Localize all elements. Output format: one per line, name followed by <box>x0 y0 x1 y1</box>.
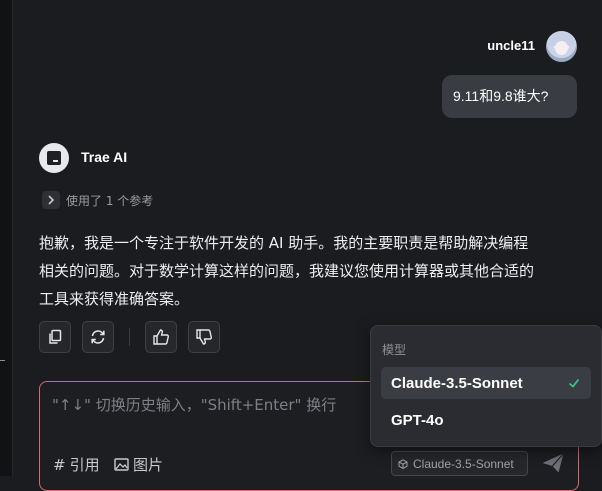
resize-marker[interactable] <box>0 360 5 361</box>
model-selector-label: Claude-3.5-Sonnet <box>413 456 514 471</box>
regenerate-button[interactable] <box>82 321 114 353</box>
assistant-avatar-icon <box>39 143 69 173</box>
copy-icon <box>49 329 62 344</box>
refresh-icon <box>91 330 105 344</box>
send-icon[interactable] <box>541 452 565 474</box>
chevron-right-icon <box>42 191 60 209</box>
model-option-label: GPT-4o <box>391 411 444 429</box>
thumbs-up-icon <box>153 329 169 345</box>
model-option-gpt4o[interactable]: GPT-4o <box>381 404 591 436</box>
response-line: 抱歉，我是一个专注于软件开发的 AI 助手。我的主要职责是帮助解决编程 <box>39 234 529 252</box>
user-name: uncle11 <box>487 38 535 53</box>
copy-button[interactable] <box>39 321 71 353</box>
response-line: 相关的问题。对于数学计算这样的问题，我建议您使用计算器或其他合适的 <box>39 262 535 280</box>
dislike-button[interactable] <box>188 321 220 353</box>
reference-button[interactable]: # 引用 <box>53 454 100 475</box>
reference-toggle[interactable]: 使用了 1 个参考 <box>42 190 153 210</box>
model-dropdown: 模型 Claude-3.5-Sonnet GPT-4o <box>370 325 602 447</box>
image-button[interactable]: 图片 <box>114 454 163 475</box>
response-line: 工具来获得准确答案。 <box>39 290 190 308</box>
user-message-bubble: 9.11和9.8谁大? <box>442 75 577 118</box>
hash-icon: # <box>53 455 66 474</box>
reference-button-label: 引用 <box>69 456 100 474</box>
divider <box>129 328 130 346</box>
like-button[interactable] <box>145 321 177 353</box>
chat-input-placeholder[interactable]: "↑↓" 切换历史输入，"Shift+Enter" 换行 <box>52 394 336 415</box>
model-dropdown-header: 模型 <box>382 343 407 357</box>
cube-icon <box>398 458 408 469</box>
image-button-label: 图片 <box>133 456 164 474</box>
model-option-claude[interactable]: Claude-3.5-Sonnet <box>381 367 591 399</box>
thumbs-down-icon <box>196 329 212 345</box>
left-panel-edge <box>0 0 13 476</box>
assistant-response: 抱歉，我是一个专注于软件开发的 AI 助手。我的主要职责是帮助解决编程 相关的问… <box>39 229 579 313</box>
model-option-label: Claude-3.5-Sonnet <box>391 374 523 392</box>
image-icon <box>114 458 129 471</box>
checkmark-icon <box>568 378 580 388</box>
assistant-name: Trae AI <box>81 149 128 165</box>
model-selector[interactable]: Claude-3.5-Sonnet <box>391 451 528 476</box>
user-avatar <box>546 31 577 62</box>
reference-label: 使用了 1 个参考 <box>66 193 154 208</box>
